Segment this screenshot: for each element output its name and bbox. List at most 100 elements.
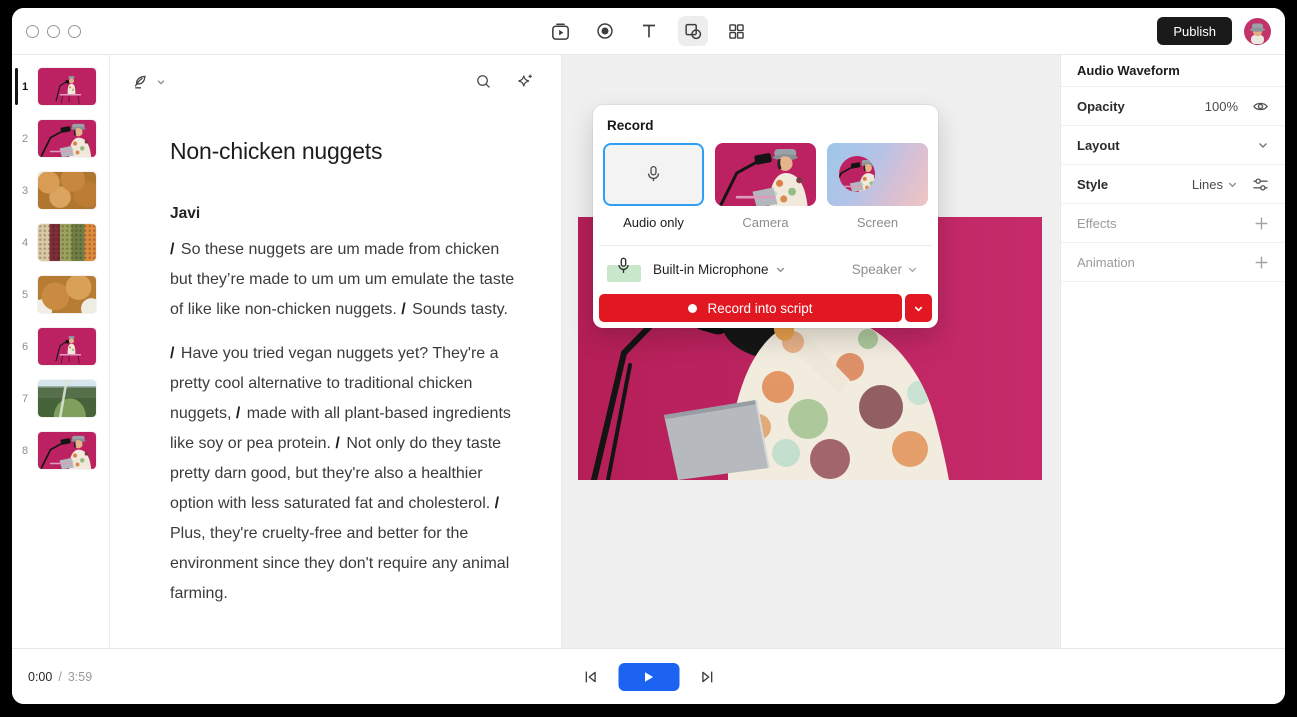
user-avatar[interactable]	[1244, 18, 1271, 45]
opacity-value[interactable]: 100%	[1205, 99, 1238, 114]
script-document: Non-chicken nuggets Javi / So these nugg…	[110, 138, 515, 609]
scene-item-4[interactable]: 4	[12, 224, 109, 261]
eye-icon[interactable]	[1252, 98, 1269, 115]
transport-controls	[580, 663, 717, 691]
record-option-label: Audio only	[603, 215, 704, 230]
skip-back-button[interactable]	[580, 667, 600, 687]
inspector-row-style[interactable]: Style Lines	[1061, 165, 1285, 204]
speaker-select-label: Speaker	[852, 262, 902, 277]
speaker-select[interactable]: Speaker	[852, 262, 924, 277]
opacity-label: Opacity	[1077, 99, 1125, 114]
style-label: Style	[1077, 177, 1108, 192]
microphone-icon	[643, 164, 664, 185]
record-popover: Record Audio only	[593, 105, 938, 328]
inspector-panel: Audio Waveform Opacity 100% Layout	[1060, 55, 1285, 648]
scene-number: 1	[12, 81, 38, 93]
transport-bar: 0:00 / 3:59	[12, 648, 1285, 704]
write-tool-dropdown[interactable]	[130, 71, 166, 92]
shapes-icon[interactable]	[678, 16, 708, 46]
scene-number: 8	[12, 445, 38, 457]
sliders-icon[interactable]	[1252, 176, 1269, 193]
scene-item-1[interactable]: 1	[12, 68, 109, 105]
scene-thumbnail-person-desk	[38, 68, 96, 105]
total-duration: 3:59	[68, 670, 92, 684]
record-button-row: Record into script	[599, 294, 932, 322]
window-minimize-button[interactable]	[47, 25, 60, 38]
media-clip-icon[interactable]	[546, 16, 576, 46]
inspector-header: Audio Waveform	[1061, 55, 1285, 87]
layout-label: Layout	[1077, 138, 1120, 153]
play-button[interactable]	[618, 663, 679, 691]
transcript-paragraph[interactable]: / Have you tried vegan nuggets yet? They…	[170, 339, 515, 609]
scene-thumbnail-nuggets	[38, 276, 96, 313]
topbar-right-group: Publish	[1157, 17, 1271, 45]
scene-thumbnail-nuggets	[38, 172, 96, 209]
input-device-row: Built-in Microphone Speaker	[599, 246, 932, 292]
workspace: 1 2 3 4 5 6 7	[12, 55, 1285, 648]
style-value-dropdown[interactable]: Lines	[1192, 177, 1238, 192]
app-window: Publish 1 2	[12, 8, 1285, 704]
record-option-label: Screen	[827, 215, 928, 230]
record-option-camera[interactable]: Camera	[715, 143, 816, 230]
layout-grid-icon[interactable]	[722, 16, 752, 46]
record-popover-title: Record	[607, 118, 932, 133]
plus-icon[interactable]	[1254, 216, 1269, 231]
publish-button[interactable]: Publish	[1157, 17, 1232, 45]
scene-number: 4	[12, 237, 38, 249]
scene-thumbnail-person-closeup	[38, 432, 96, 469]
window-close-button[interactable]	[26, 25, 39, 38]
scene-item-7[interactable]: 7	[12, 380, 109, 417]
style-value: Lines	[1192, 177, 1223, 192]
document-title[interactable]: Non-chicken nuggets	[170, 138, 515, 165]
window-controls	[26, 25, 81, 38]
scene-number: 6	[12, 341, 38, 353]
microphone-name: Built-in Microphone	[653, 262, 769, 277]
effects-label: Effects	[1077, 216, 1117, 231]
record-option-audio[interactable]: Audio only	[603, 143, 704, 230]
chevron-down-icon	[1227, 179, 1238, 190]
scene-item-3[interactable]: 3	[12, 172, 109, 209]
play-icon	[643, 671, 655, 683]
scene-thumbnail-beans	[38, 224, 96, 261]
scene-item-2[interactable]: 2	[12, 120, 109, 157]
current-time: 0:00	[28, 670, 52, 684]
record-options: Audio only Camera Screen	[599, 143, 932, 230]
record-options-dropdown-button[interactable]	[905, 294, 932, 322]
inspector-row-animation[interactable]: Animation	[1061, 243, 1285, 282]
scene-number: 5	[12, 289, 38, 301]
top-toolbar: Publish	[12, 8, 1285, 55]
quill-icon	[130, 71, 151, 92]
scene-number: 2	[12, 133, 38, 145]
record-option-screen[interactable]: Screen	[827, 143, 928, 230]
inspector-row-opacity[interactable]: Opacity 100%	[1061, 87, 1285, 126]
skip-forward-button[interactable]	[697, 667, 717, 687]
ai-sparkle-icon[interactable]	[515, 72, 535, 92]
text-icon[interactable]	[634, 16, 664, 46]
chevron-down-icon[interactable]	[1257, 139, 1269, 151]
chevron-down-icon	[907, 264, 918, 275]
inspector-row-effects[interactable]: Effects	[1061, 204, 1285, 243]
plus-icon[interactable]	[1254, 255, 1269, 270]
record-icon[interactable]	[590, 16, 620, 46]
scene-item-5[interactable]: 5	[12, 276, 109, 313]
scene-item-6[interactable]: 6	[12, 328, 109, 365]
scene-item-8[interactable]: 8	[12, 432, 109, 469]
animation-label: Animation	[1077, 255, 1135, 270]
chevron-down-icon	[913, 303, 924, 314]
search-icon[interactable]	[474, 72, 493, 91]
speaker-label[interactable]: Javi	[170, 205, 515, 223]
record-into-script-button[interactable]: Record into script	[599, 294, 902, 322]
transcript-paragraph[interactable]: / So these nuggets are um made from chic…	[170, 235, 515, 325]
script-editor: Non-chicken nuggets Javi / So these nugg…	[110, 55, 562, 648]
inspector-row-layout[interactable]: Layout	[1061, 126, 1285, 165]
record-dot-icon	[688, 304, 697, 313]
scene-number: 3	[12, 185, 38, 197]
scene-thumbnail-person-closeup	[38, 120, 96, 157]
microphone-icon	[614, 256, 633, 278]
scene-thumbnail-landscape	[38, 380, 96, 417]
time-separator: /	[58, 670, 61, 684]
microphone-select[interactable]: Built-in Microphone	[653, 262, 786, 277]
screen-webcam-bubble	[839, 156, 875, 192]
window-zoom-button[interactable]	[68, 25, 81, 38]
camera-preview-thumbnail	[715, 143, 816, 206]
